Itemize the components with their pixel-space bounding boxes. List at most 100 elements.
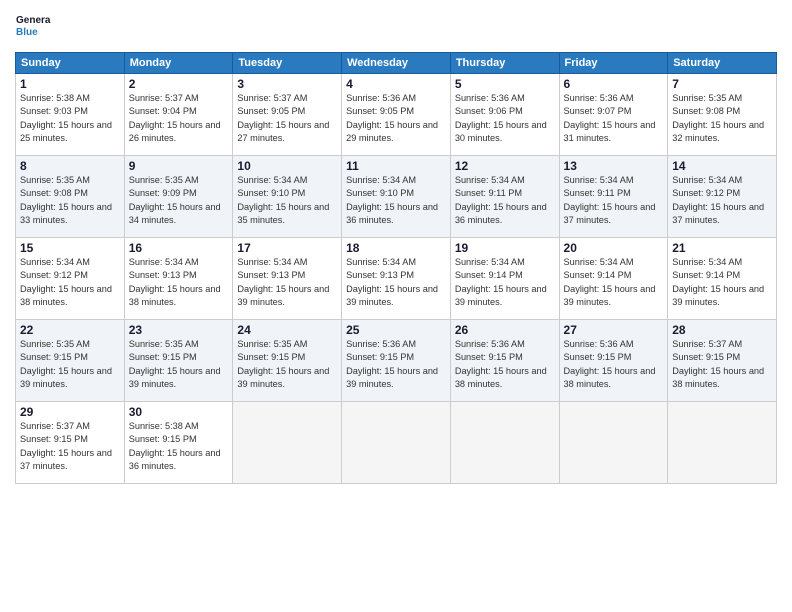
day-number: 14 [672,159,772,173]
day-number: 6 [564,77,664,91]
calendar-cell [450,402,559,484]
calendar-cell: 21Sunrise: 5:34 AMSunset: 9:14 PMDayligh… [668,238,777,320]
day-info: Sunrise: 5:34 AMSunset: 9:12 PMDaylight:… [20,256,120,309]
day-number: 29 [20,405,120,419]
day-number: 18 [346,241,446,255]
calendar-cell: 10Sunrise: 5:34 AMSunset: 9:10 PMDayligh… [233,156,342,238]
calendar-cell: 2Sunrise: 5:37 AMSunset: 9:04 PMDaylight… [124,74,233,156]
day-number: 7 [672,77,772,91]
day-number: 13 [564,159,664,173]
day-info: Sunrise: 5:34 AMSunset: 9:14 PMDaylight:… [564,256,664,309]
day-info: Sunrise: 5:34 AMSunset: 9:14 PMDaylight:… [455,256,555,309]
day-number: 10 [237,159,337,173]
logo: General Blue [15,10,51,46]
calendar-cell: 28Sunrise: 5:37 AMSunset: 9:15 PMDayligh… [668,320,777,402]
day-number: 5 [455,77,555,91]
day-info: Sunrise: 5:35 AMSunset: 9:15 PMDaylight:… [129,338,229,391]
day-number: 19 [455,241,555,255]
week-row-1: 1Sunrise: 5:38 AMSunset: 9:03 PMDaylight… [16,74,777,156]
calendar-cell [668,402,777,484]
calendar-cell: 3Sunrise: 5:37 AMSunset: 9:05 PMDaylight… [233,74,342,156]
day-info: Sunrise: 5:35 AMSunset: 9:15 PMDaylight:… [20,338,120,391]
calendar-cell [559,402,668,484]
calendar-cell: 25Sunrise: 5:36 AMSunset: 9:15 PMDayligh… [342,320,451,402]
calendar-cell: 30Sunrise: 5:38 AMSunset: 9:15 PMDayligh… [124,402,233,484]
calendar-cell: 20Sunrise: 5:34 AMSunset: 9:14 PMDayligh… [559,238,668,320]
day-info: Sunrise: 5:38 AMSunset: 9:15 PMDaylight:… [129,420,229,473]
svg-text:Blue: Blue [16,27,38,38]
day-info: Sunrise: 5:34 AMSunset: 9:13 PMDaylight:… [346,256,446,309]
day-number: 12 [455,159,555,173]
week-row-2: 8Sunrise: 5:35 AMSunset: 9:08 PMDaylight… [16,156,777,238]
calendar-cell: 7Sunrise: 5:35 AMSunset: 9:08 PMDaylight… [668,74,777,156]
weekday-monday: Monday [124,53,233,74]
calendar-cell: 4Sunrise: 5:36 AMSunset: 9:05 PMDaylight… [342,74,451,156]
day-info: Sunrise: 5:35 AMSunset: 9:08 PMDaylight:… [20,174,120,227]
calendar-cell: 11Sunrise: 5:34 AMSunset: 9:10 PMDayligh… [342,156,451,238]
day-info: Sunrise: 5:35 AMSunset: 9:09 PMDaylight:… [129,174,229,227]
day-number: 4 [346,77,446,91]
day-info: Sunrise: 5:34 AMSunset: 9:11 PMDaylight:… [455,174,555,227]
calendar-cell: 13Sunrise: 5:34 AMSunset: 9:11 PMDayligh… [559,156,668,238]
calendar-cell: 26Sunrise: 5:36 AMSunset: 9:15 PMDayligh… [450,320,559,402]
calendar-cell: 29Sunrise: 5:37 AMSunset: 9:15 PMDayligh… [16,402,125,484]
day-info: Sunrise: 5:38 AMSunset: 9:03 PMDaylight:… [20,92,120,145]
calendar-cell: 23Sunrise: 5:35 AMSunset: 9:15 PMDayligh… [124,320,233,402]
weekday-tuesday: Tuesday [233,53,342,74]
calendar-table: SundayMondayTuesdayWednesdayThursdayFrid… [15,52,777,484]
day-number: 2 [129,77,229,91]
day-info: Sunrise: 5:37 AMSunset: 9:15 PMDaylight:… [672,338,772,391]
day-info: Sunrise: 5:37 AMSunset: 9:15 PMDaylight:… [20,420,120,473]
calendar-cell: 12Sunrise: 5:34 AMSunset: 9:11 PMDayligh… [450,156,559,238]
day-number: 21 [672,241,772,255]
day-info: Sunrise: 5:37 AMSunset: 9:05 PMDaylight:… [237,92,337,145]
day-number: 20 [564,241,664,255]
week-row-4: 22Sunrise: 5:35 AMSunset: 9:15 PMDayligh… [16,320,777,402]
calendar-cell: 24Sunrise: 5:35 AMSunset: 9:15 PMDayligh… [233,320,342,402]
day-number: 1 [20,77,120,91]
svg-text:General: General [16,15,51,26]
day-info: Sunrise: 5:35 AMSunset: 9:08 PMDaylight:… [672,92,772,145]
calendar-cell: 14Sunrise: 5:34 AMSunset: 9:12 PMDayligh… [668,156,777,238]
logo-svg: General Blue [15,10,51,46]
day-number: 9 [129,159,229,173]
day-info: Sunrise: 5:35 AMSunset: 9:15 PMDaylight:… [237,338,337,391]
calendar-cell: 22Sunrise: 5:35 AMSunset: 9:15 PMDayligh… [16,320,125,402]
calendar-cell: 19Sunrise: 5:34 AMSunset: 9:14 PMDayligh… [450,238,559,320]
calendar-cell: 17Sunrise: 5:34 AMSunset: 9:13 PMDayligh… [233,238,342,320]
weekday-thursday: Thursday [450,53,559,74]
calendar-cell: 8Sunrise: 5:35 AMSunset: 9:08 PMDaylight… [16,156,125,238]
day-info: Sunrise: 5:34 AMSunset: 9:10 PMDaylight:… [237,174,337,227]
day-number: 16 [129,241,229,255]
weekday-wednesday: Wednesday [342,53,451,74]
calendar-cell: 16Sunrise: 5:34 AMSunset: 9:13 PMDayligh… [124,238,233,320]
day-number: 23 [129,323,229,337]
calendar-cell: 1Sunrise: 5:38 AMSunset: 9:03 PMDaylight… [16,74,125,156]
day-info: Sunrise: 5:34 AMSunset: 9:14 PMDaylight:… [672,256,772,309]
day-info: Sunrise: 5:36 AMSunset: 9:06 PMDaylight:… [455,92,555,145]
day-number: 3 [237,77,337,91]
page: General Blue SundayMondayTuesdayWednesda… [0,0,792,612]
day-info: Sunrise: 5:37 AMSunset: 9:04 PMDaylight:… [129,92,229,145]
weekday-header-row: SundayMondayTuesdayWednesdayThursdayFrid… [16,53,777,74]
day-info: Sunrise: 5:36 AMSunset: 9:15 PMDaylight:… [455,338,555,391]
header: General Blue [15,10,777,46]
day-number: 11 [346,159,446,173]
day-number: 22 [20,323,120,337]
day-info: Sunrise: 5:34 AMSunset: 9:13 PMDaylight:… [129,256,229,309]
day-info: Sunrise: 5:36 AMSunset: 9:07 PMDaylight:… [564,92,664,145]
day-number: 15 [20,241,120,255]
day-number: 24 [237,323,337,337]
weekday-sunday: Sunday [16,53,125,74]
day-info: Sunrise: 5:36 AMSunset: 9:15 PMDaylight:… [564,338,664,391]
week-row-5: 29Sunrise: 5:37 AMSunset: 9:15 PMDayligh… [16,402,777,484]
day-number: 26 [455,323,555,337]
calendar-cell: 6Sunrise: 5:36 AMSunset: 9:07 PMDaylight… [559,74,668,156]
weekday-friday: Friday [559,53,668,74]
calendar-cell: 5Sunrise: 5:36 AMSunset: 9:06 PMDaylight… [450,74,559,156]
calendar-cell: 27Sunrise: 5:36 AMSunset: 9:15 PMDayligh… [559,320,668,402]
day-info: Sunrise: 5:34 AMSunset: 9:11 PMDaylight:… [564,174,664,227]
day-info: Sunrise: 5:34 AMSunset: 9:12 PMDaylight:… [672,174,772,227]
week-row-3: 15Sunrise: 5:34 AMSunset: 9:12 PMDayligh… [16,238,777,320]
day-number: 8 [20,159,120,173]
